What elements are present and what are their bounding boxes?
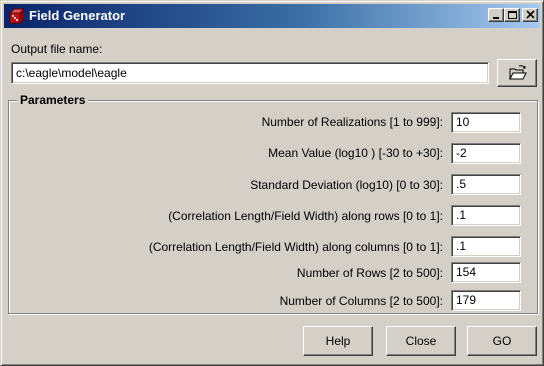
- realizations-input[interactable]: 10: [451, 112, 521, 133]
- corr-length-rows-label: (Correlation Length/Field Width) along r…: [168, 209, 443, 223]
- field-generator-window: Field Generator Output file name: c:\eag…: [0, 0, 544, 366]
- corr-length-columns-label: (Correlation Length/Field Width) along c…: [148, 240, 443, 254]
- browse-button[interactable]: [497, 59, 537, 87]
- number-of-columns-label: Number of Columns [2 to 500]:: [279, 294, 443, 308]
- minimize-icon: [493, 17, 499, 19]
- go-button[interactable]: GO: [467, 326, 537, 356]
- corr-length-rows-input[interactable]: .1: [451, 205, 521, 226]
- number-of-rows-label: Number of Rows [2 to 500]:: [296, 266, 443, 280]
- maximize-button[interactable]: [504, 8, 520, 22]
- title-bar[interactable]: Field Generator: [4, 4, 540, 28]
- number-of-columns-input[interactable]: 179: [451, 290, 521, 311]
- close-button[interactable]: Close: [386, 326, 456, 356]
- close-window-button[interactable]: [522, 8, 538, 22]
- window-title: Field Generator: [29, 8, 126, 23]
- help-button[interactable]: Help: [303, 326, 373, 356]
- app-dice-icon: [8, 7, 26, 25]
- corr-length-columns-input[interactable]: .1: [451, 236, 521, 257]
- close-icon: [526, 10, 535, 19]
- parameters-legend: Parameters: [17, 93, 89, 107]
- output-file-label: Output file name:: [11, 42, 103, 56]
- output-file-input[interactable]: c:\eagle\model\eagle: [11, 62, 489, 84]
- std-deviation-input[interactable]: .5: [451, 174, 521, 195]
- std-deviation-label: Standard Deviation (log10) [0 to 30]:: [250, 178, 443, 192]
- mean-value-label: Mean Value (log10 ) [-30 to +30]:: [268, 146, 443, 160]
- minimize-button[interactable]: [488, 8, 504, 22]
- mean-value-input[interactable]: -2: [451, 143, 521, 164]
- maximize-icon: [508, 11, 517, 19]
- realizations-label: Number of Realizations [1 to 999]:: [261, 115, 443, 129]
- number-of-rows-input[interactable]: 154: [451, 262, 521, 283]
- open-folder-icon: [509, 65, 527, 84]
